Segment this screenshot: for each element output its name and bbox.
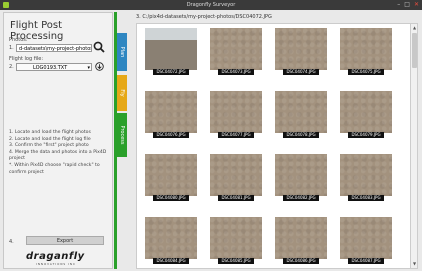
instruction-item: 4. Merge the data and photos into a Pix4…: [9, 149, 107, 162]
export-button[interactable]: Export: [26, 236, 104, 245]
thumbnail-caption: DSC04084.JPG: [153, 258, 189, 264]
download-icon[interactable]: [95, 62, 104, 71]
flight-log-value: LOG0193.TXT: [33, 65, 68, 71]
window-controls: – □ ✕: [397, 1, 419, 8]
thumbnail-caption: DSC04080.JPG: [153, 195, 189, 201]
maximize-button[interactable]: □: [404, 1, 410, 8]
tab-plan[interactable]: Plan: [117, 33, 127, 71]
thumbnail-caption: DSC04072.JPG: [153, 69, 189, 75]
tab-label: Process: [119, 125, 125, 145]
title-bar: Dragonfly Surveyor – □ ✕: [0, 0, 422, 10]
photo-thumbnail[interactable]: DSC04082.JPG: [275, 154, 327, 204]
thumbnail-image: [145, 28, 197, 70]
photo-thumbnail[interactable]: DSC04075.JPG: [340, 28, 392, 78]
scroll-thumb[interactable]: [412, 33, 417, 68]
flight-log-label: Flight log file:: [9, 56, 44, 62]
thumbnail-caption: DSC04077.JPG: [218, 132, 254, 138]
thumbnail-image: [210, 217, 262, 259]
photo-thumbnail[interactable]: DSC04087.JPG: [340, 217, 392, 267]
thumbnail-caption: DSC04086.JPG: [283, 258, 319, 264]
thumbnail-caption: DSC04076.JPG: [153, 132, 189, 138]
photos-path-field[interactable]: d-datasets\my-project-photos: [16, 44, 92, 52]
thumbnail-caption: DSC04081.JPG: [218, 195, 254, 201]
photo-thumbnail[interactable]: DSC04076.JPG: [145, 91, 197, 141]
flight-log-dropdown[interactable]: LOG0193.TXT ▾: [16, 63, 92, 71]
logo-wordmark: draganfly: [26, 251, 85, 262]
photo-thumbnail[interactable]: DSC04078.JPG: [275, 91, 327, 141]
thumbnail-image: [340, 28, 392, 70]
thumbnail-image: [275, 154, 327, 196]
photo-thumbnail[interactable]: DSC04086.JPG: [275, 217, 327, 267]
tab-label: Fly: [119, 89, 125, 97]
photo-grid: DSC04072.JPG DSC04073.JPG DSC04074.JPG DSC0…: [136, 23, 412, 269]
thumbnail-caption: DSC04073.JPG: [218, 69, 254, 75]
tab-label: Plan: [119, 46, 125, 58]
photos-label: Photos:: [9, 37, 28, 43]
photo-thumbnail[interactable]: DSC04083.JPG: [340, 154, 392, 204]
thumbnail-image: [275, 91, 327, 133]
logo-subtitle: INNOVATIONS INC: [36, 262, 76, 266]
thumbnail-caption: DSC04083.JPG: [348, 195, 384, 201]
thumbnail-image: [145, 154, 197, 196]
post-processing-panel: Flight Post Processing Photos: 1. d-data…: [3, 12, 113, 269]
instructions-list: 1. Locate and load the flight photos 2. …: [9, 130, 109, 176]
grid-scrollbar[interactable]: ▲ ▼: [410, 23, 418, 269]
thumbnail-image: [145, 91, 197, 133]
step-4-number: 4.: [9, 239, 14, 245]
thumbnail-caption: DSC04087.JPG: [348, 258, 384, 264]
thumbnail-caption: DSC04082.JPG: [283, 195, 319, 201]
scroll-down-icon[interactable]: ▼: [412, 261, 417, 267]
instruction-item: 3. Confirm the "first" project photo: [9, 143, 89, 149]
close-button[interactable]: ✕: [414, 1, 419, 8]
photo-thumbnail[interactable]: DSC04073.JPG: [210, 28, 262, 78]
thumbnail-image: [275, 217, 327, 259]
thumbnail-caption: DSC04075.JPG: [348, 69, 384, 75]
minimize-button[interactable]: –: [397, 1, 400, 8]
selected-photo-path: 3. C:/pix4d-datasets/my-project-photos/D…: [136, 14, 272, 20]
photo-thumbnail[interactable]: DSC04085.JPG: [210, 217, 262, 267]
scroll-up-icon[interactable]: ▲: [412, 25, 417, 31]
photo-thumbnail[interactable]: DSC04084.JPG: [145, 217, 197, 267]
photo-thumbnail[interactable]: DSC04081.JPG: [210, 154, 262, 204]
tab-fly[interactable]: Fly: [117, 75, 127, 111]
step-1-number: 1.: [9, 45, 14, 51]
chevron-down-icon: ▾: [87, 65, 90, 71]
thumbnail-image: [210, 154, 262, 196]
draganfly-logo: draganfly INNOVATIONS INC: [26, 251, 96, 266]
tab-process[interactable]: Process: [117, 113, 127, 157]
thumbnail-caption: DSC04085.JPG: [218, 258, 254, 264]
photo-thumbnail[interactable]: DSC04079.JPG: [340, 91, 392, 141]
thumbnail-image: [340, 91, 392, 133]
photo-thumbnail[interactable]: DSC04072.JPG: [145, 28, 197, 78]
photo-thumbnail[interactable]: DSC04077.JPG: [210, 91, 262, 141]
thumbnail-image: [340, 217, 392, 259]
search-icon[interactable]: [93, 41, 105, 53]
instruction-item: 1. Locate and load the flight photos: [9, 130, 91, 135]
step-2-number: 2.: [9, 64, 14, 70]
thumbnail-image: [210, 28, 262, 70]
thumbnail-image: [275, 28, 327, 70]
thumbnail-image: [145, 217, 197, 259]
thumbnail-image: [210, 91, 262, 133]
thumbnail-caption: DSC04078.JPG: [283, 132, 319, 138]
thumbnail-image: [340, 154, 392, 196]
thumbnail-caption: DSC04074.JPG: [283, 69, 319, 75]
thumbnail-caption: DSC04079.JPG: [348, 132, 384, 138]
instruction-item: *. Within Pix4D choose "rapid check" to …: [9, 162, 100, 175]
photo-thumbnail[interactable]: DSC04074.JPG: [275, 28, 327, 78]
window-title: Dragonfly Surveyor: [186, 2, 236, 8]
photo-thumbnail[interactable]: DSC04080.JPG: [145, 154, 197, 204]
